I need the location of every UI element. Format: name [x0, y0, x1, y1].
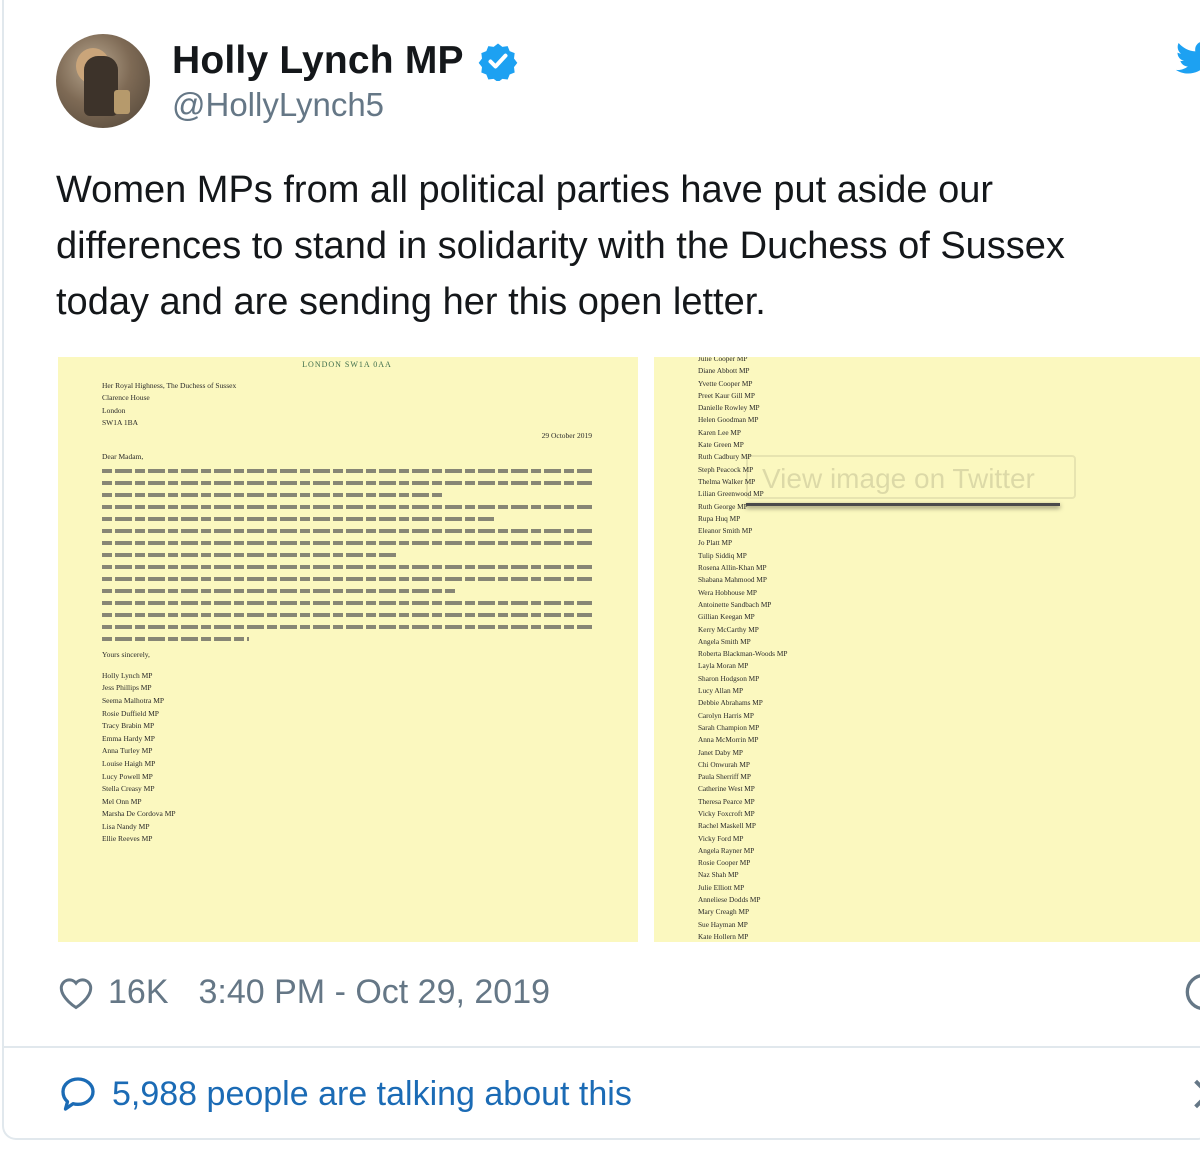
signatory: Lucy Powell MP [102, 771, 153, 781]
signatory: Sarah Champion MP [698, 722, 760, 732]
author-handle[interactable]: @HollyLynch5 [172, 86, 384, 124]
letter-page-2[interactable]: Julie Cooper MP Diane Abbott MP Yvette C… [654, 357, 1200, 942]
cursor-underline [746, 503, 1060, 506]
signatory: Danielle Rowley MP [698, 403, 760, 413]
signatory: Preet Kaur Gill MP [698, 390, 755, 400]
signatory: Jess Phillips MP [102, 683, 152, 693]
like-count[interactable]: 16K [108, 973, 169, 1012]
signatory: Julie Elliott MP [698, 882, 745, 892]
signatory: Vicky Foxcroft MP [698, 808, 755, 818]
signatory: Mel Onn MP [102, 796, 142, 806]
signatory: Chi Onwurah MP [698, 759, 750, 769]
avatar-figure [84, 56, 118, 116]
tweet-media[interactable]: LONDON SW1A 0AA Her Royal Highness, The … [58, 357, 1200, 942]
signatory: Kate Green MP [698, 440, 744, 450]
signatory: Anna McMorrin MP [698, 735, 759, 745]
signatory: Lucy Allan MP [698, 686, 743, 696]
letter-header: LONDON SW1A 0AA [302, 360, 392, 369]
signatory: Louise Haigh MP [102, 758, 156, 768]
letter-closing: Yours sincerely, [102, 650, 150, 660]
signatory: Stella Creasy MP [102, 784, 155, 794]
signatory-list: Holly Lynch MP Jess Phillips MP Seema Ma… [102, 670, 592, 846]
signatory: Diane Abbott MP [698, 366, 750, 376]
signatory: Sue Hayman MP [698, 919, 748, 929]
tweet-stats: 16K 3:40 PM - Oct 29, 2019 [56, 968, 550, 1016]
signatory-list-continued: Julie Cooper MP Diane Abbott MP Yvette C… [698, 357, 787, 942]
signatory: Seema Malhotra MP [102, 695, 165, 705]
signatory: Anneliese Dodds MP [698, 895, 761, 905]
signatory: Rupa Huq MP [698, 513, 741, 523]
signatory: Rosena Allin-Khan MP [698, 563, 767, 573]
chevron-right-icon[interactable] [1192, 1078, 1200, 1110]
signatory: Naz Shah MP [698, 870, 739, 880]
signatory: Theresa Pearce MP [698, 796, 755, 806]
author-name[interactable]: Holly Lynch MP [172, 39, 464, 83]
signatory: Debbie Abrahams MP [698, 698, 763, 708]
signatory: Roberta Blackman-Woods MP [698, 649, 788, 659]
signatory: Tracy Brabin MP [102, 721, 155, 731]
letter-paragraph [102, 469, 592, 642]
signatory: Rosie Duffield MP [102, 708, 159, 718]
author-name-row: Holly Lynch MP [172, 38, 518, 84]
signatory: Rachel Maskell MP [698, 821, 756, 831]
signatory: Carolyn Harris MP [698, 710, 754, 720]
conversation-link[interactable]: 5,988 people are talking about this [58, 1070, 632, 1118]
signatory: Catherine West MP [698, 784, 755, 794]
tweet-text: Women MPs from all political parties hav… [56, 162, 1176, 330]
signatory: Yvette Cooper MP [698, 378, 753, 388]
talking-count-text[interactable]: 5,988 people are talking about this [112, 1075, 632, 1114]
signatory: Wera Hobhouse MP [698, 587, 757, 597]
signatory: Mary Creagh MP [698, 907, 750, 917]
signatory: Shabana Mahmood MP [698, 575, 767, 585]
letter-page-1[interactable]: LONDON SW1A 0AA Her Royal Highness, The … [58, 357, 638, 942]
tweet-card: Holly Lynch MP @HollyLynch5 Women MPs fr… [2, 0, 1200, 1140]
signatory: Julie Cooper MP [698, 357, 748, 363]
signatory: Janet Daby MP [698, 747, 743, 757]
letter-address: Her Royal Highness, The Duchess of Susse… [102, 380, 592, 430]
twitter-bird-icon[interactable] [1176, 40, 1200, 76]
signatory: Tulip Siddiq MP [698, 550, 747, 560]
signatory: Lisa Nandy MP [102, 821, 150, 831]
view-image-on-twitter-overlay[interactable]: View image on Twitter [746, 455, 1076, 499]
verified-badge-icon [478, 43, 518, 81]
avatar-bag [114, 90, 130, 114]
address-line: Her Royal Highness, The Duchess of Susse… [102, 380, 237, 390]
letter-date: 29 October 2019 [541, 430, 592, 440]
signatory: Jo Platt MP [698, 538, 733, 548]
signatory: Angela Smith MP [698, 636, 751, 646]
signatory: Layla Moran MP [698, 661, 749, 671]
signatory: Antoinette Sandbach MP [698, 599, 772, 609]
card-divider [4, 1046, 1200, 1048]
signatory: Ellie Reeves MP [102, 834, 153, 844]
tweet-line-3: today and are sending her this open lett… [56, 281, 766, 323]
media-divider [638, 357, 654, 942]
tweet-line-1: Women MPs from all political parties hav… [56, 169, 994, 211]
signatory: Anna Turley MP [102, 746, 153, 756]
info-icon[interactable] [1184, 972, 1200, 1012]
address-line: Clarence House [102, 393, 150, 403]
tweet-timestamp[interactable]: 3:40 PM - Oct 29, 2019 [199, 973, 551, 1012]
signatory: Rosie Cooper MP [698, 858, 751, 868]
signatory: Angela Rayner MP [698, 845, 755, 855]
signatory: Eleanor Smith MP [698, 526, 753, 536]
letter-salutation: Dear Madam, [102, 451, 144, 461]
signatory: Gillian Keegan MP [698, 612, 755, 622]
signatory: Sharon Hodgson MP [698, 673, 760, 683]
heart-icon[interactable] [56, 974, 96, 1010]
signatory: Karen Lee MP [698, 427, 741, 437]
address-line: SW1A 1BA [102, 418, 139, 428]
signatory: Marsha De Cordova MP [102, 809, 176, 819]
signatory: Kate Hollern MP [698, 931, 749, 941]
signatory: Vicky Ford MP [698, 833, 744, 843]
letter-body: LONDON SW1A 0AA Her Royal Highness, The … [102, 359, 592, 846]
address-line: London [102, 405, 126, 415]
speech-bubble-icon [61, 1077, 95, 1111]
signatory: Emma Hardy MP [102, 733, 155, 743]
signatory: Holly Lynch MP [102, 670, 153, 680]
avatar[interactable] [56, 34, 150, 128]
signatory: Paula Sherriff MP [698, 772, 751, 782]
signatory: Helen Goodman MP [698, 415, 759, 425]
signatory: Kerry McCarthy MP [698, 624, 759, 634]
tweet-line-2: differences to stand in solidarity with … [56, 225, 1065, 267]
